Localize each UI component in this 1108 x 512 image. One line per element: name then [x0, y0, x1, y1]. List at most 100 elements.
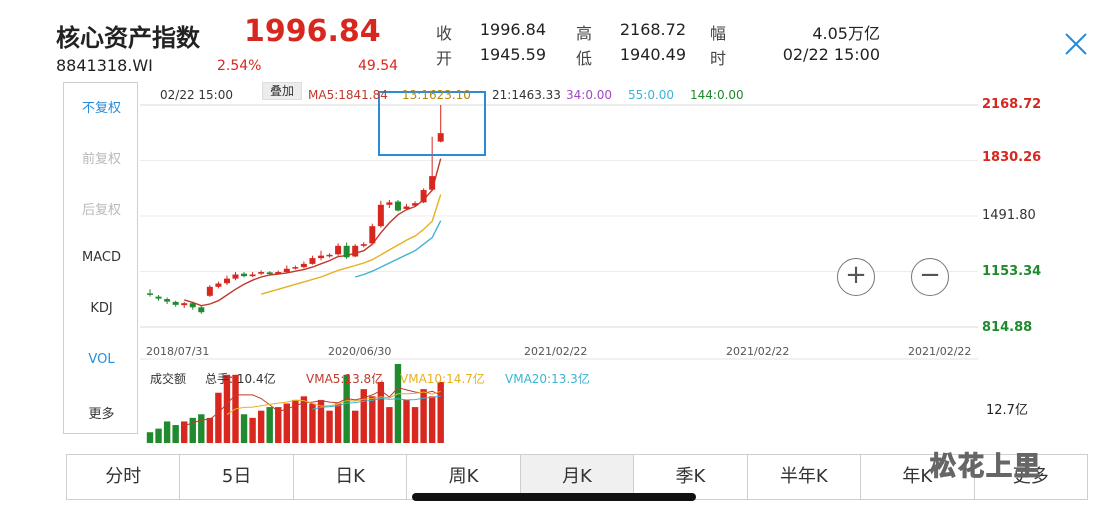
indicator-panel: 不复权 前复权 后复权 MACD KDJ VOL 更多	[63, 82, 138, 434]
legend-ma34: 34:0.00	[566, 88, 613, 102]
stat-label-open: 开	[436, 49, 453, 68]
stat-value-close: 1996.84	[479, 20, 546, 39]
candle-body	[292, 267, 299, 269]
stat-label-low: 低	[576, 49, 593, 68]
vol-legend-total: 总手: 10.4亿	[205, 372, 276, 386]
volume-bar	[334, 403, 342, 443]
candle-body	[258, 272, 265, 274]
volume-bar	[266, 407, 273, 443]
stat-label-amplitude: 幅	[710, 24, 727, 43]
legend-ma5: MA5:1841.84	[308, 88, 388, 102]
candle-body	[249, 274, 256, 277]
volume-bar	[198, 414, 205, 443]
candle-body	[300, 263, 307, 268]
volume-bar	[172, 425, 179, 443]
overlay-button[interactable]: 叠加	[262, 82, 302, 100]
change-value: 49.54	[358, 58, 399, 74]
candle-body	[420, 190, 427, 203]
legend-ma55: 55:0.00	[628, 88, 675, 102]
candle-body	[437, 133, 444, 142]
x-label-5: 2021/02/22	[908, 345, 972, 358]
candle-body	[343, 245, 350, 258]
volume-bar	[240, 414, 248, 443]
y-label-max: 2168.72	[982, 97, 1042, 112]
stat-label-close: 收	[436, 24, 453, 43]
volume-bar	[257, 410, 265, 443]
y-label-4: 1153.34	[982, 264, 1042, 279]
volume-bar	[215, 392, 222, 443]
candle-body	[283, 268, 290, 273]
candle-body	[215, 283, 222, 287]
watermark: 松花上里	[929, 451, 1043, 482]
candle-body	[318, 255, 324, 259]
volume-bar	[206, 417, 214, 443]
volume-bar	[326, 410, 333, 443]
volume-bar	[352, 410, 359, 443]
volume-bar	[146, 432, 154, 443]
candle-body	[198, 307, 205, 313]
option-more[interactable]: 更多	[64, 403, 139, 422]
volume-bar	[420, 389, 427, 443]
candle-body	[412, 203, 419, 206]
tab-daily[interactable]: 日K	[294, 455, 408, 499]
stat-value-amplitude: 4.05万亿	[812, 24, 880, 43]
option-no-adjust[interactable]: 不复权	[64, 97, 139, 116]
x-label-3: 2021/02/22	[524, 345, 588, 358]
vol-legend-title: 成交额	[150, 372, 187, 386]
option-vol[interactable]: VOL	[64, 352, 139, 367]
vol-legend-vma20: VMA20:13.3亿	[505, 372, 590, 386]
candle-body	[335, 245, 342, 255]
candle-body	[223, 278, 230, 284]
index-name: 核心资产指数	[56, 24, 200, 52]
candle-body	[275, 272, 282, 274]
stat-value-high: 2168.72	[619, 20, 686, 39]
legend-date: 02/22 15:00	[160, 88, 233, 102]
candle-body	[360, 244, 367, 246]
y-label-min: 814.88	[982, 320, 1033, 335]
y-label-mid: 1491.80	[982, 208, 1036, 223]
candle-body	[241, 273, 248, 277]
legend-ma21: 21:1463.33	[492, 88, 561, 102]
vol-legend-vma10: VMA10:14.7亿	[400, 372, 485, 386]
candle-body	[181, 303, 188, 306]
legend-ma13: 13:1623.10	[402, 88, 471, 102]
volume-bar	[309, 403, 316, 443]
zoom-out-button[interactable]: −	[911, 258, 949, 296]
home-indicator[interactable]	[412, 493, 696, 501]
y-label-2: 1830.26	[982, 150, 1042, 165]
candle-body	[147, 293, 153, 295]
close-icon[interactable]	[1062, 30, 1090, 58]
index-code: 8841318.WI	[56, 56, 153, 75]
option-backward-adjust[interactable]: 后复权	[64, 199, 139, 218]
option-macd[interactable]: MACD	[64, 250, 139, 265]
current-price: 1996.84	[244, 14, 381, 49]
ma5-line	[184, 158, 442, 307]
change-percent: 2.54%	[217, 58, 262, 74]
candle-body	[369, 226, 376, 244]
zoom-in-button[interactable]: +	[837, 258, 875, 296]
candle-body	[309, 258, 316, 264]
volume-bar	[369, 396, 376, 443]
stat-label-high: 高	[576, 24, 593, 43]
candle-body	[189, 303, 196, 308]
tab-5day[interactable]: 5日	[180, 455, 294, 499]
candle-body	[206, 286, 213, 296]
volume-bar	[163, 421, 171, 443]
volume-bar	[386, 407, 393, 443]
candle-body	[352, 245, 359, 257]
volume-bar	[428, 396, 436, 443]
x-label-4: 2021/02/22	[726, 345, 790, 358]
vol-legend-vma5: VMA5:13.8亿	[306, 372, 384, 386]
option-forward-adjust[interactable]: 前复权	[64, 148, 139, 167]
option-kdj[interactable]: KDJ	[64, 301, 139, 316]
candle-body	[403, 206, 410, 209]
tab-half-year[interactable]: 半年K	[748, 455, 862, 499]
candle-body	[266, 272, 273, 275]
tab-intraday[interactable]: 分时	[67, 455, 181, 499]
candle-body	[394, 201, 401, 211]
stat-label-time: 时	[710, 49, 727, 68]
candle-body	[172, 301, 179, 305]
candle-body	[377, 204, 384, 227]
vol-y-label: 12.7亿	[986, 403, 1028, 418]
volume-bar	[411, 407, 419, 443]
